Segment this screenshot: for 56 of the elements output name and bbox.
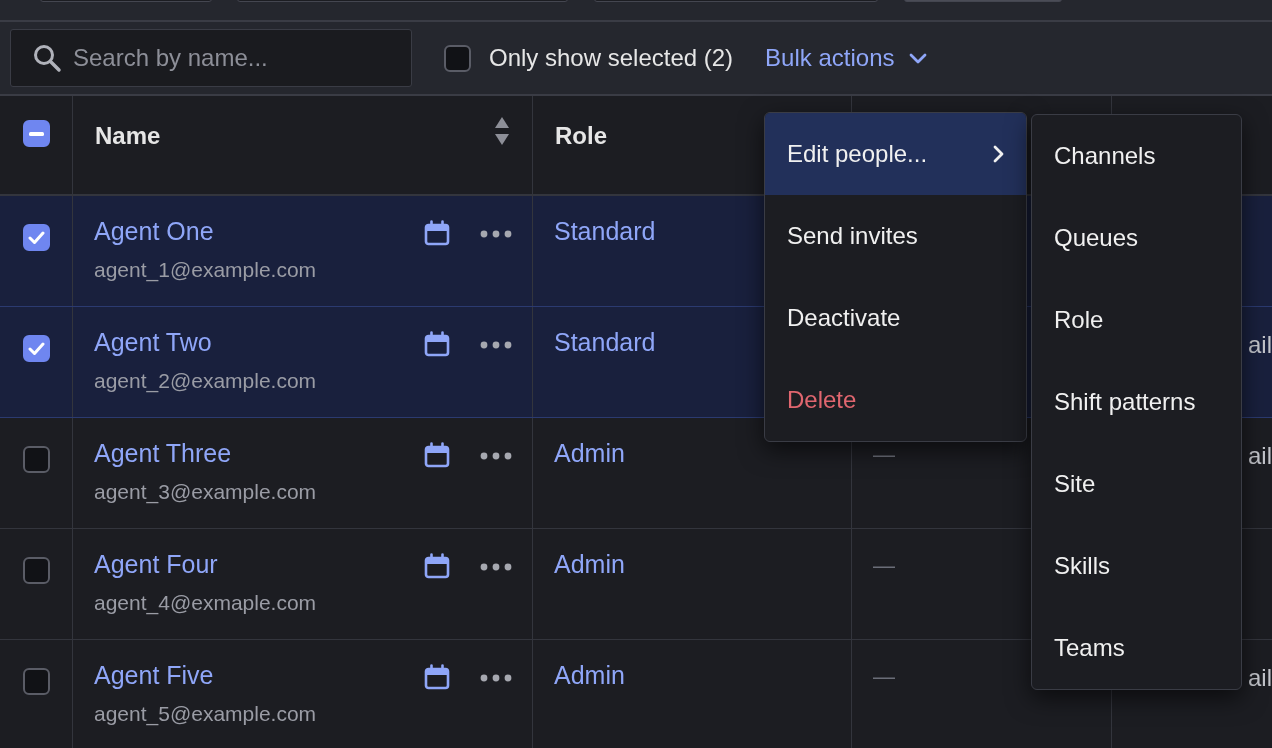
role-link[interactable]: Admin (554, 550, 625, 578)
checkbox[interactable] (22, 446, 50, 473)
more-options-icon[interactable] (480, 674, 512, 682)
more-options-icon[interactable] (480, 452, 512, 460)
minus-icon (28, 131, 44, 136)
checkbox[interactable] (22, 335, 50, 362)
more-options-icon[interactable] (480, 563, 512, 571)
check-icon (27, 230, 45, 245)
submenu-item[interactable]: Channels (1032, 115, 1241, 197)
checkbox[interactable] (22, 557, 50, 584)
calendar-icon[interactable] (424, 664, 450, 690)
email-text: agent_1@example.com (94, 257, 317, 284)
role-link[interactable]: Standard (554, 328, 656, 356)
agent-name-link[interactable]: Agent Three (94, 438, 317, 468)
email-text: agent_2@example.com (94, 368, 317, 395)
bulk-actions-button[interactable]: Bulk actions (765, 40, 927, 76)
chevron-right-icon (993, 145, 1004, 163)
menu-item[interactable]: Send invites (765, 195, 1026, 277)
more-options-icon[interactable] (480, 230, 512, 238)
checkbox-label: Only show selected (2) (489, 43, 734, 73)
role-link[interactable]: Standard (554, 217, 656, 245)
role-link[interactable]: Admin (554, 661, 625, 689)
agent-name-link[interactable]: Agent Two (94, 327, 317, 357)
calendar-icon[interactable] (424, 331, 450, 357)
submenu-item[interactable]: Queues (1032, 197, 1241, 279)
agent-name-link[interactable]: Agent Five (94, 660, 317, 690)
cell-text-fragment: ail (1248, 330, 1272, 360)
check-icon (27, 341, 45, 356)
cell-text-fragment: ail (1248, 663, 1272, 693)
calendar-icon[interactable] (424, 553, 450, 579)
email-text: agent_5@example.com (94, 701, 317, 728)
role-link[interactable]: Admin (554, 439, 625, 467)
checkbox[interactable] (22, 120, 50, 147)
email-text: agent_3@example.com (94, 479, 317, 506)
empty-value: — (873, 664, 895, 689)
column-header: Name (95, 121, 161, 151)
empty-value: — (873, 553, 895, 578)
calendar-icon[interactable] (424, 442, 450, 468)
menu-item[interactable]: Edit people... (765, 113, 1026, 195)
more-options-icon[interactable] (480, 341, 512, 349)
search-field[interactable]: Search by name... (10, 29, 412, 87)
cell-text-fragment: ail (1248, 441, 1272, 471)
submenu-item[interactable]: Site (1032, 443, 1241, 525)
checkbox[interactable] (22, 224, 50, 251)
chevron-down-icon (908, 52, 927, 64)
submenu-item[interactable]: Skills (1032, 525, 1241, 607)
agent-name-link[interactable]: Agent Four (94, 549, 317, 579)
column-header: Role (555, 121, 607, 151)
submenu-item[interactable]: Teams (1032, 607, 1241, 689)
sort-icon[interactable] (494, 116, 510, 146)
empty-value: — (873, 442, 895, 467)
agent-name-link[interactable]: Agent One (94, 216, 317, 246)
checkbox[interactable] (22, 668, 50, 695)
checkbox[interactable] (444, 44, 471, 72)
calendar-icon[interactable] (424, 220, 450, 246)
email-text: agent_4@exmaple.com (94, 590, 317, 617)
